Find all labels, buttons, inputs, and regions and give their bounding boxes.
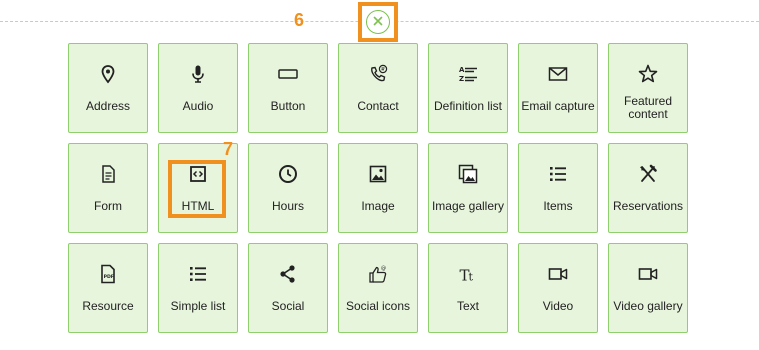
block-type-grid: Address Audio Button Contact A Z Definition li… bbox=[68, 43, 688, 333]
callout-number: 6 bbox=[294, 10, 305, 30]
block-tile-definition-list[interactable]: A Z Definition list bbox=[428, 43, 508, 133]
block-tile-text[interactable]: Tt Text bbox=[428, 243, 508, 333]
block-tile-label: Image gallery bbox=[431, 199, 505, 213]
block-tile-resource[interactable]: PDF Resource bbox=[68, 243, 148, 333]
block-tile-social[interactable]: Social bbox=[248, 243, 328, 333]
close-icon bbox=[373, 13, 383, 31]
list-icon bbox=[159, 263, 237, 285]
contact-phone-icon bbox=[339, 63, 417, 85]
block-tile-video-gallery[interactable]: Video gallery bbox=[608, 243, 688, 333]
button-icon bbox=[249, 63, 327, 85]
block-tile-label: Hours bbox=[271, 199, 304, 213]
block-tile-items[interactable]: Items bbox=[518, 143, 598, 233]
block-tile-featured-content[interactable]: Featured content bbox=[608, 43, 688, 133]
location-pin-icon bbox=[69, 63, 147, 85]
block-tile-label: Image bbox=[361, 199, 395, 213]
block-tile-form[interactable]: Form bbox=[68, 143, 148, 233]
block-tile-label: Definition list bbox=[433, 99, 503, 113]
svg-text:PDF: PDF bbox=[104, 274, 114, 280]
image-icon bbox=[339, 163, 417, 185]
block-tile-label: Resource bbox=[82, 299, 134, 313]
block-tile-label: Reservations bbox=[612, 199, 684, 213]
block-tile-address[interactable]: Address bbox=[68, 43, 148, 133]
clock-icon bbox=[249, 163, 327, 185]
pdf-file-icon: PDF bbox=[69, 263, 147, 285]
video-camera-icon bbox=[519, 263, 597, 285]
block-tile-audio[interactable]: Audio bbox=[158, 43, 238, 133]
block-tile-label: Address bbox=[85, 99, 131, 113]
block-tile-hours[interactable]: Hours bbox=[248, 143, 328, 233]
block-tile-simple-list[interactable]: Simple list bbox=[158, 243, 238, 333]
envelope-icon bbox=[519, 63, 597, 85]
block-tile-label: Contact bbox=[357, 99, 399, 113]
svg-text:t: t bbox=[469, 271, 474, 284]
callout-number: 7 bbox=[223, 139, 234, 159]
block-tile-reservations[interactable]: Reservations bbox=[608, 143, 688, 233]
thumbs-up-icon: @ bbox=[339, 263, 417, 285]
block-tile-label: Text bbox=[456, 299, 479, 313]
block-tile-social-icons[interactable]: @ Social icons bbox=[338, 243, 418, 333]
block-tile-label: Social icons bbox=[345, 299, 411, 313]
block-tile-image-gallery[interactable]: Image gallery bbox=[428, 143, 508, 233]
block-tile-label: Button bbox=[270, 99, 306, 113]
block-tile-label: Video gallery bbox=[613, 299, 683, 313]
share-icon bbox=[249, 263, 327, 285]
block-tile-label: Email capture bbox=[521, 99, 595, 113]
definition-list-icon: AZ bbox=[429, 63, 507, 85]
block-tile-contact[interactable]: Contact bbox=[338, 43, 418, 133]
block-tile-button[interactable]: Button bbox=[248, 43, 328, 133]
block-tile-label: Items bbox=[543, 199, 573, 213]
block-tile-label: Form bbox=[94, 199, 122, 213]
star-icon bbox=[609, 63, 687, 85]
svg-text:A: A bbox=[459, 66, 465, 74]
text-icon: Tt bbox=[429, 263, 507, 285]
block-tile-label: Simple list bbox=[170, 299, 226, 313]
block-tile-label: Social bbox=[271, 299, 305, 313]
block-tile-label: Audio bbox=[182, 99, 214, 113]
block-tile-label: Video bbox=[542, 299, 574, 313]
microphone-icon bbox=[159, 63, 237, 85]
list-icon bbox=[519, 163, 597, 185]
fork-knife-icon bbox=[609, 163, 687, 185]
svg-text:@: @ bbox=[381, 266, 386, 272]
block-tile-video[interactable]: Video bbox=[518, 243, 598, 333]
form-icon bbox=[69, 163, 147, 185]
block-tile-email-capture[interactable]: Email capture bbox=[518, 43, 598, 133]
image-gallery-icon bbox=[429, 163, 507, 185]
video-camera-icon bbox=[609, 263, 687, 285]
block-tile-label: Featured content bbox=[623, 94, 673, 121]
block-tile-image[interactable]: Image bbox=[338, 143, 418, 233]
html-highlight-frame bbox=[168, 160, 226, 218]
close-button[interactable] bbox=[366, 10, 390, 34]
svg-text:Z: Z bbox=[459, 75, 464, 83]
